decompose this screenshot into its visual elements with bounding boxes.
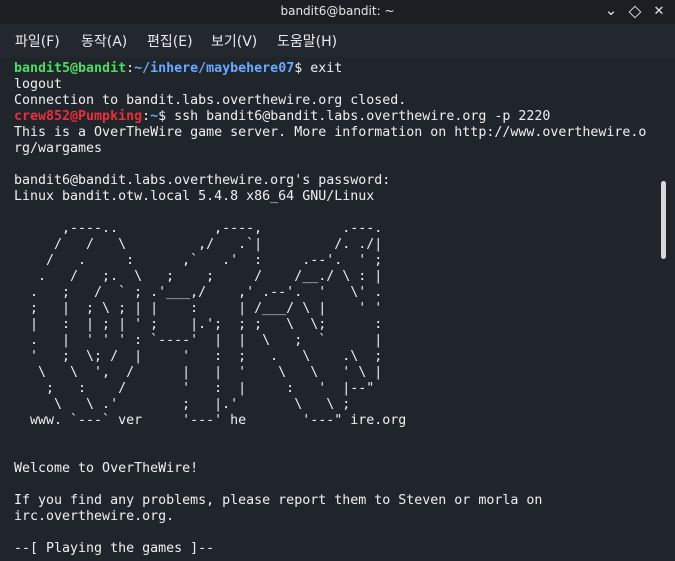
output-line: Connection to bandit.labs.overthewire.or…	[14, 93, 407, 108]
command-text: ssh bandit6@bandit.labs.overthewire.org …	[174, 109, 551, 124]
terminal-window: bandit6@bandit: ~ ⌄ ✕ 파일(F) 동작(A) 편집(E) …	[0, 0, 675, 561]
menu-action[interactable]: 동작(A)	[81, 31, 127, 51]
maximize-icon	[628, 5, 642, 19]
command-text: exit	[310, 61, 343, 76]
server-banner-output: This is a OverTheWire game server. More …	[14, 125, 647, 556]
title-bar[interactable]: bandit6@bandit: ~ ⌄ ✕	[0, 0, 675, 24]
menu-edit[interactable]: 편집(E)	[147, 31, 193, 51]
output-line: logout	[14, 77, 63, 92]
prompt-path: ~	[150, 109, 159, 124]
terminal-area[interactable]: bandit5@bandit:~/inhere/maybehere07$ exi…	[0, 57, 657, 561]
close-button[interactable]: ✕	[650, 3, 668, 21]
menu-help[interactable]: 도움말(H)	[277, 31, 337, 51]
prompt-symbol: $	[158, 109, 175, 124]
minimize-icon: ⌄	[604, 1, 618, 19]
prompt-symbol: $	[294, 61, 311, 76]
prompt-colon: :	[142, 109, 151, 124]
prompt-user-host: crew852@Pumpking	[14, 109, 143, 124]
menu-view[interactable]: 보기(V)	[211, 31, 257, 51]
menu-bar: 파일(F) 동작(A) 편집(E) 보기(V) 도움말(H)	[0, 24, 675, 57]
scrollbar-thumb[interactable]	[661, 181, 666, 259]
terminal-output: bandit5@bandit:~/inhere/maybehere07$ exi…	[14, 61, 646, 557]
prompt-user-host: bandit5@bandit	[14, 61, 127, 76]
scrollbar[interactable]	[657, 57, 675, 561]
prompt-colon: :	[126, 61, 135, 76]
menu-file[interactable]: 파일(F)	[15, 31, 60, 51]
maximize-button[interactable]	[626, 3, 644, 21]
minimize-button[interactable]: ⌄	[602, 3, 620, 21]
prompt-path: ~/inhere/maybehere07	[134, 61, 295, 76]
close-icon: ✕	[653, 4, 665, 19]
window-title: bandit6@bandit: ~	[280, 4, 395, 18]
